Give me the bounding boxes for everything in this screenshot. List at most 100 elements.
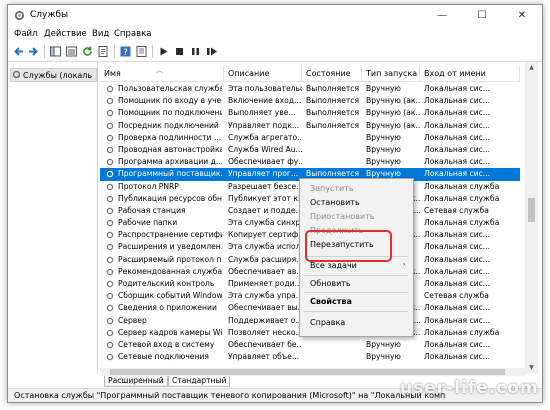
cell-start: Вручную	[366, 84, 401, 93]
menu-item-help[interactable]: Справка	[310, 318, 345, 327]
maximize-button[interactable]: ☐	[462, 5, 502, 27]
cell-logon: Локальная сис...	[424, 352, 491, 362]
menu-item-refresh[interactable]: Обновить	[310, 279, 351, 288]
watermark: user-life.com	[400, 378, 539, 398]
menu-separator	[304, 311, 408, 312]
back-arrow-icon[interactable]	[12, 45, 25, 58]
service-row[interactable]: Проверка подлинности ... Служба агрегато.…	[100, 132, 520, 144]
cell-logon: Локальная сис...	[424, 254, 491, 264]
service-gear-icon	[106, 195, 114, 202]
menu-bar: Файл Действие Вид Справка	[8, 27, 542, 42]
cell-name: Расширения и уведомлен...	[118, 242, 222, 252]
cell-logon: Локальная сис...	[424, 96, 491, 106]
close-button[interactable]: ✕	[502, 5, 542, 27]
service-row[interactable]: Помощник по подключени... Выполняет уве..…	[100, 107, 520, 119]
service-gear-icon	[106, 146, 114, 154]
cell-name: Сервер кадров камеры Wi...	[118, 327, 222, 337]
service-gear-icon	[106, 256, 114, 263]
menu-view[interactable]: Вид	[92, 29, 109, 39]
column-header-logon[interactable]: Вход от имени	[420, 66, 520, 81]
cell-desc: Эта пользовательс...	[228, 84, 302, 93]
menu-item-properties[interactable]: Свойства	[310, 297, 352, 306]
cell-name: Пользовательская служба...	[118, 84, 222, 93]
tab-extended[interactable]: Расширенный	[104, 376, 168, 387]
service-row[interactable]: Сетевые подключения Управляет объе... Вруч…	[100, 351, 520, 363]
menu-file[interactable]: Файл	[14, 29, 37, 39]
minimize-button[interactable]: —	[422, 5, 462, 27]
vertical-scroll-thumb[interactable]	[528, 198, 535, 222]
service-row[interactable]: Посредник подключений ... Управляет подк.…	[100, 120, 520, 132]
cell-logon: Локальная сис...	[424, 169, 491, 179]
scroll-up-arrow-icon[interactable]: ▲	[525, 62, 538, 74]
cell-desc: Обеспечивает ав...	[228, 266, 302, 276]
scroll-down-arrow-icon[interactable]: ▼	[525, 362, 538, 374]
cell-logon: Локальная сис...	[424, 108, 491, 118]
column-header-status[interactable]: Состояние	[302, 66, 362, 81]
menu-item-stop[interactable]: Остановить	[310, 198, 360, 207]
refresh-icon[interactable]	[81, 45, 94, 58]
toolbar-divider	[44, 45, 45, 58]
restart-service-icon[interactable]	[205, 45, 218, 58]
menu-help[interactable]: Справка	[114, 29, 151, 39]
toolbar-divider	[114, 45, 115, 58]
start-service-icon[interactable]	[157, 45, 170, 58]
service-gear-icon	[106, 232, 114, 239]
cell-start: Вручную	[366, 157, 401, 167]
cell-desc: Служба расширя...	[228, 254, 302, 264]
cell-desc: Выполняет уве...	[228, 108, 296, 118]
horizontal-scrollbar[interactable]	[100, 368, 525, 376]
services-node-icon	[12, 70, 21, 79]
cell-name: Сетевые подключения	[118, 352, 209, 362]
cell-start: Вручную	[366, 169, 401, 179]
services-gear-icon	[14, 10, 25, 21]
cell-logon: Локальная сис...	[424, 279, 491, 288]
forward-arrow-icon[interactable]	[27, 45, 40, 58]
menu-action[interactable]: Действие	[44, 29, 87, 39]
cell-desc: Обеспечивает вы...	[228, 303, 302, 313]
cell-logon: Локальная сис...	[424, 157, 491, 167]
list-view-icon[interactable]	[65, 45, 78, 58]
properties-sheet-icon[interactable]	[135, 45, 148, 58]
cell-name: Родительский контроль	[118, 279, 215, 288]
export-list-icon[interactable]	[97, 45, 110, 58]
service-gear-icon	[106, 280, 114, 288]
service-gear-icon	[106, 353, 114, 361]
tab-standard[interactable]: Стандартный	[168, 376, 231, 387]
stop-service-icon[interactable]	[173, 45, 186, 58]
vertical-scrollbar[interactable]: ▲ ▼	[525, 62, 538, 374]
cell-state: Выполняется	[306, 84, 360, 93]
cell-name: Протокол PNRP	[118, 181, 179, 191]
menu-item-all-tasks[interactable]: Все задачи	[310, 261, 357, 270]
tree-item-services-local[interactable]: Службы (локаль	[23, 71, 92, 80]
service-row[interactable]: Пользовательская служба... Эта пользовате…	[100, 83, 520, 95]
help-icon[interactable]: ?	[119, 45, 132, 58]
menu-separator	[304, 292, 408, 293]
cell-name: Помощник по входу в уче...	[118, 96, 222, 106]
service-gear-icon	[106, 219, 114, 227]
pause-service-icon[interactable]	[189, 45, 202, 58]
cell-desc: Эта служба испол...	[228, 242, 302, 252]
cell-name: Сервер	[118, 315, 147, 325]
service-gear-icon	[106, 329, 114, 336]
cell-logon: Локальная сис...	[424, 84, 491, 93]
column-header-startup-type[interactable]: Тип запуска	[362, 66, 420, 81]
restart-highlight-box	[305, 230, 392, 262]
cell-desc: Эта служба синхр...	[228, 218, 302, 228]
menu-separator	[304, 275, 408, 276]
horizontal-scroll-thumb[interactable]	[110, 369, 505, 375]
service-row[interactable]: Проводная автонастройка Служба Wired Au..…	[100, 144, 520, 156]
column-header-description[interactable]: Описание	[224, 66, 302, 81]
console-tree-icon[interactable]	[49, 45, 62, 58]
cell-name: Проверка подлинности ...	[118, 132, 222, 142]
cell-state: Выполняется	[306, 120, 360, 130]
service-row[interactable]: Программа архивации д... Обеспечивает фу.…	[100, 156, 520, 168]
cell-name: Сведения о приложении	[118, 303, 217, 313]
service-gear-icon	[106, 341, 114, 349]
cell-start: Вручную	[366, 339, 401, 349]
cell-state: Выполняется	[306, 108, 360, 118]
column-logon-label: Вход от имени	[424, 69, 486, 78]
cell-logon: Локальная сис...	[424, 339, 491, 349]
cell-logon: Локальная сис...	[424, 266, 491, 276]
service-row[interactable]: Помощник по входу в уче... Включение вход…	[100, 95, 520, 107]
service-row[interactable]: Сетевой вход в систему Обеспечивает бе...…	[100, 339, 520, 351]
